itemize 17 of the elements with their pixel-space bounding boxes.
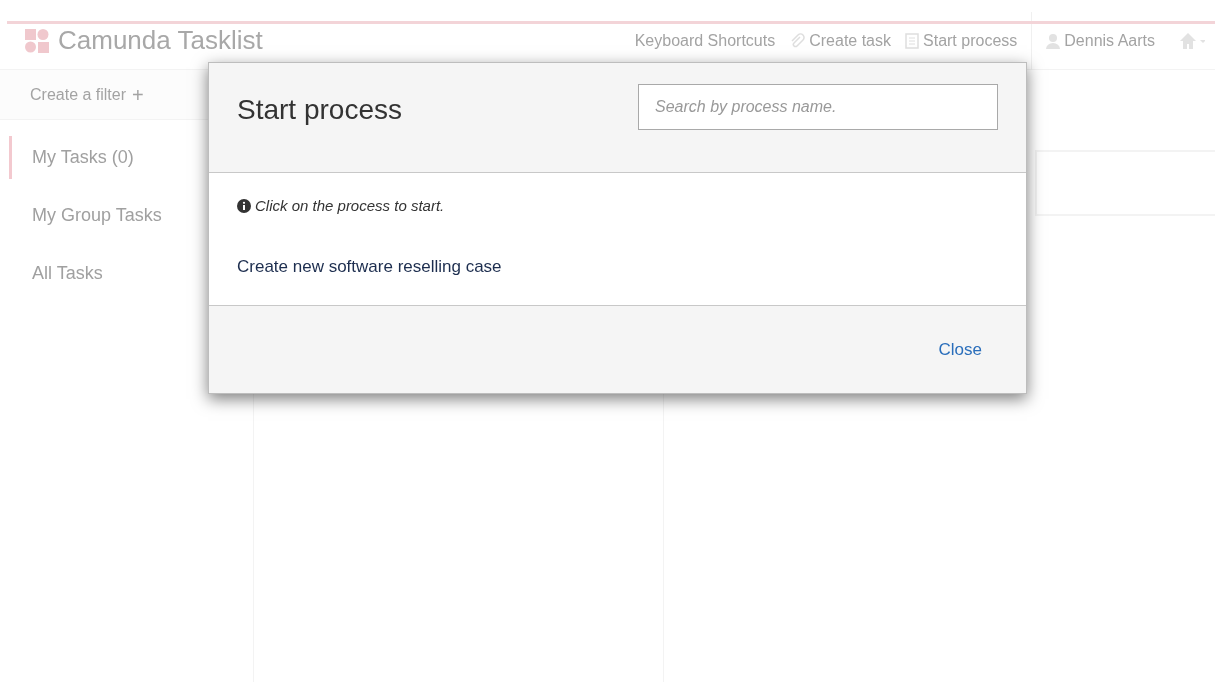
process-link[interactable]: Create new software reselling case [237,253,502,279]
nav-link[interactable]: Keyboard Shortcuts [634,28,776,53]
dialog-title: Start process [237,93,402,127]
home-icon[interactable] [1179,31,1205,50]
logo-icon [24,27,50,54]
nav-link[interactable]: Start process [905,28,1018,53]
close-link[interactable]: Close [938,336,982,363]
user-menu[interactable]: Dennis Aarts [1046,28,1155,53]
search-field[interactable]: Search by process name. [638,84,998,130]
hint-text: Click on the process to start. [255,196,445,216]
app-title: Camunda Tasklist [58,24,263,57]
nav-link[interactable]: Create task [789,28,891,53]
create-filter-link[interactable]: Create a filter + [30,82,144,107]
user-icon [1046,32,1061,49]
paperclip-icon [789,32,806,49]
document-icon [905,32,919,49]
info-icon [237,199,251,214]
